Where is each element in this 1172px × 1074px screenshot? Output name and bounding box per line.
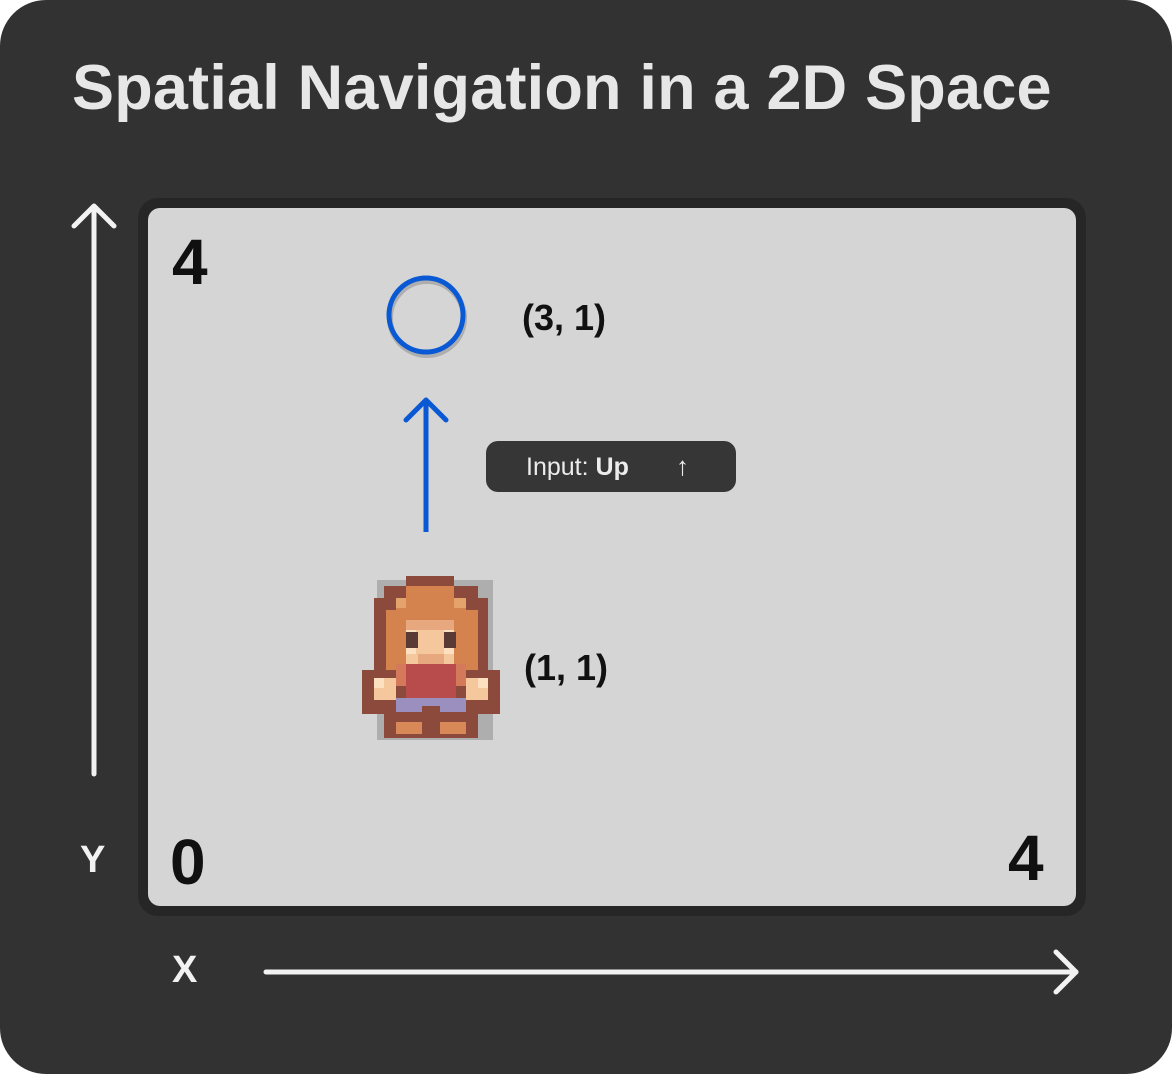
grid-board [148,208,1076,906]
target-circle-icon [386,275,467,358]
x-max-label: 4 [1008,822,1044,894]
y-axis-label: Y [80,839,106,881]
origin-label: 0 [170,826,206,898]
y-axis-arrow [71,203,117,777]
x-axis-arrow [263,949,1079,995]
page-title: Spatial Navigation in a 2D Space [72,53,1052,123]
input-text: Input: Up [526,453,629,482]
player-character-icon [362,576,500,740]
input-value: Up [595,453,629,481]
x-axis-label: X [172,949,198,991]
y-max-label: 4 [172,226,208,298]
player-coord-label: (1, 1) [524,647,609,688]
move-up-arrow [403,397,449,532]
input-indicator: Input: Up ↑ [486,441,736,492]
input-prefix: Input: [526,453,589,481]
target-coord-label: (3, 1) [522,297,607,338]
arrow-up-icon: ↑ [676,451,689,481]
